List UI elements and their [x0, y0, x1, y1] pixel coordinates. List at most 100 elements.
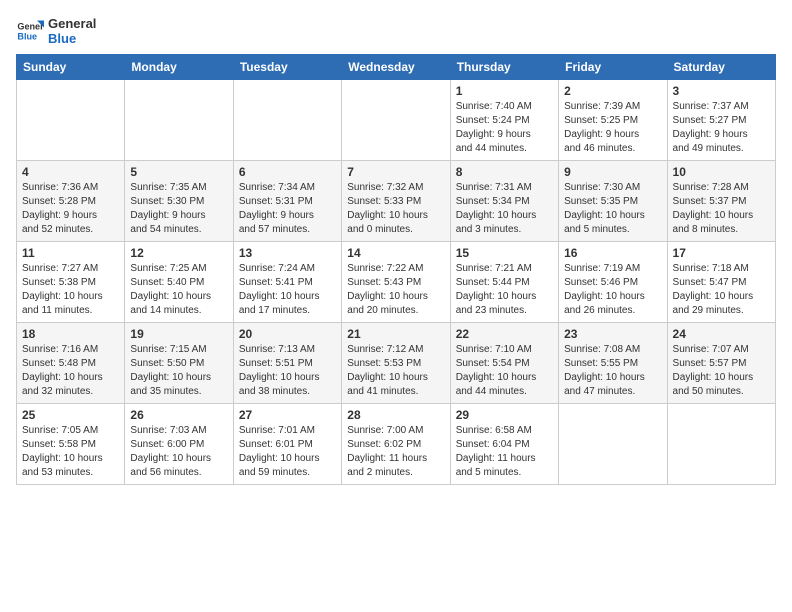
day-number: 28: [347, 408, 444, 422]
calendar-cell: 12 Sunrise: 7:25 AMSunset: 5:40 PMDayligh…: [125, 242, 233, 323]
day-info: Sunrise: 7:35 AMSunset: 5:30 PMDaylight:…: [130, 181, 227, 237]
calendar-cell: [125, 80, 233, 161]
header: General Blue General Blue: [16, 16, 776, 46]
day-info: Sunrise: 7:08 AMSunset: 5:55 PMDaylight:…: [564, 343, 661, 399]
calendar-cell: 24 Sunrise: 7:07 AMSunset: 5:57 PMDayligh…: [667, 323, 775, 404]
calendar-cell: 7 Sunrise: 7:32 AMSunset: 5:33 PMDaylight…: [342, 161, 450, 242]
calendar-day-header: Sunday: [17, 55, 125, 80]
calendar-cell: 8 Sunrise: 7:31 AMSunset: 5:34 PMDaylight…: [450, 161, 558, 242]
calendar-cell: 11 Sunrise: 7:27 AMSunset: 5:38 PMDayligh…: [17, 242, 125, 323]
calendar-cell: 9 Sunrise: 7:30 AMSunset: 5:35 PMDaylight…: [559, 161, 667, 242]
day-info: Sunrise: 7:07 AMSunset: 5:57 PMDaylight:…: [673, 343, 770, 399]
day-info: Sunrise: 7:05 AMSunset: 5:58 PMDaylight:…: [22, 424, 119, 480]
day-number: 12: [130, 246, 227, 260]
calendar-cell: 18 Sunrise: 7:16 AMSunset: 5:48 PMDayligh…: [17, 323, 125, 404]
calendar-cell: 28 Sunrise: 7:00 AMSunset: 6:02 PMDayligh…: [342, 404, 450, 485]
day-info: Sunrise: 7:19 AMSunset: 5:46 PMDaylight:…: [564, 262, 661, 318]
calendar-cell: [342, 80, 450, 161]
calendar-cell: 5 Sunrise: 7:35 AMSunset: 5:30 PMDaylight…: [125, 161, 233, 242]
day-number: 24: [673, 327, 770, 341]
calendar-cell: [667, 404, 775, 485]
day-number: 1: [456, 84, 553, 98]
calendar-cell: 27 Sunrise: 7:01 AMSunset: 6:01 PMDayligh…: [233, 404, 341, 485]
day-info: Sunrise: 7:21 AMSunset: 5:44 PMDaylight:…: [456, 262, 553, 318]
calendar-cell: 20Sunrise: 7:13 AMSunset: 5:51 PMDayligh…: [233, 323, 341, 404]
day-info: Sunrise: 7:12 AMSunset: 5:53 PMDaylight:…: [347, 343, 444, 399]
day-number: 18: [22, 327, 119, 341]
day-info: Sunrise: 7:00 AMSunset: 6:02 PMDaylight:…: [347, 424, 444, 480]
calendar-cell: 26 Sunrise: 7:03 AMSunset: 6:00 PMDayligh…: [125, 404, 233, 485]
calendar-table: SundayMondayTuesdayWednesdayThursdayFrid…: [16, 54, 776, 485]
day-number: 17: [673, 246, 770, 260]
day-info: Sunrise: 7:25 AMSunset: 5:40 PMDaylight:…: [130, 262, 227, 318]
day-info: Sunrise: 7:10 AMSunset: 5:54 PMDaylight:…: [456, 343, 553, 399]
day-number: 15: [456, 246, 553, 260]
day-info: Sunrise: 7:40 AMSunset: 5:24 PMDaylight:…: [456, 100, 553, 156]
day-number: 10: [673, 165, 770, 179]
day-number: 2: [564, 84, 661, 98]
calendar-cell: [17, 80, 125, 161]
calendar-cell: 4 Sunrise: 7:36 AMSunset: 5:28 PMDaylight…: [17, 161, 125, 242]
day-number: 29: [456, 408, 553, 422]
day-number: 14: [347, 246, 444, 260]
day-number: 5: [130, 165, 227, 179]
day-number: 11: [22, 246, 119, 260]
day-info: Sunrise: 7:27 AMSunset: 5:38 PMDaylight:…: [22, 262, 119, 318]
calendar-cell: 25 Sunrise: 7:05 AMSunset: 5:58 PMDayligh…: [17, 404, 125, 485]
calendar-day-header: Wednesday: [342, 55, 450, 80]
day-info: Sunrise: 7:15 AMSunset: 5:50 PMDaylight:…: [130, 343, 227, 399]
day-info: Sunrise: 7:24 AMSunset: 5:41 PMDaylight:…: [239, 262, 336, 318]
day-info: Sunrise: 7:03 AMSunset: 6:00 PMDaylight:…: [130, 424, 227, 480]
day-info: Sunrise: 7:22 AMSunset: 5:43 PMDaylight:…: [347, 262, 444, 318]
day-info: Sunrise: 7:32 AMSunset: 5:33 PMDaylight:…: [347, 181, 444, 237]
day-number: 9: [564, 165, 661, 179]
day-info: Sunrise: 7:13 AMSunset: 5:51 PMDaylight:…: [239, 343, 336, 399]
day-number: 21: [347, 327, 444, 341]
day-info: Sunrise: 7:30 AMSunset: 5:35 PMDaylight:…: [564, 181, 661, 237]
day-number: 13: [239, 246, 336, 260]
day-info: Sunrise: 7:36 AMSunset: 5:28 PMDaylight:…: [22, 181, 119, 237]
calendar-day-header: Saturday: [667, 55, 775, 80]
day-number: 3: [673, 84, 770, 98]
day-number: 26: [130, 408, 227, 422]
day-info: Sunrise: 7:18 AMSunset: 5:47 PMDaylight:…: [673, 262, 770, 318]
calendar-cell: 29 Sunrise: 6:58 AMSunset: 6:04 PMDayligh…: [450, 404, 558, 485]
calendar-day-header: Friday: [559, 55, 667, 80]
calendar-cell: 13 Sunrise: 7:24 AMSunset: 5:41 PMDayligh…: [233, 242, 341, 323]
calendar-cell: 1 Sunrise: 7:40 AMSunset: 5:24 PMDaylight…: [450, 80, 558, 161]
day-number: 19: [130, 327, 227, 341]
day-number: 8: [456, 165, 553, 179]
day-number: 25: [22, 408, 119, 422]
day-number: 27: [239, 408, 336, 422]
day-info: Sunrise: 7:16 AMSunset: 5:48 PMDaylight:…: [22, 343, 119, 399]
calendar-cell: 23 Sunrise: 7:08 AMSunset: 5:55 PMDayligh…: [559, 323, 667, 404]
day-number: 16: [564, 246, 661, 260]
calendar-cell: 6 Sunrise: 7:34 AMSunset: 5:31 PMDaylight…: [233, 161, 341, 242]
logo: General Blue General Blue: [16, 16, 96, 46]
calendar-cell: 2 Sunrise: 7:39 AMSunset: 5:25 PMDaylight…: [559, 80, 667, 161]
day-number: 23: [564, 327, 661, 341]
svg-text:Blue: Blue: [17, 31, 37, 41]
day-info: Sunrise: 7:31 AMSunset: 5:34 PMDaylight:…: [456, 181, 553, 237]
calendar-cell: 17 Sunrise: 7:18 AMSunset: 5:47 PMDayligh…: [667, 242, 775, 323]
calendar-cell: 16 Sunrise: 7:19 AMSunset: 5:46 PMDayligh…: [559, 242, 667, 323]
calendar-cell: [233, 80, 341, 161]
day-number: 4: [22, 165, 119, 179]
calendar-cell: 21 Sunrise: 7:12 AMSunset: 5:53 PMDayligh…: [342, 323, 450, 404]
calendar-day-header: Tuesday: [233, 55, 341, 80]
calendar-cell: 10 Sunrise: 7:28 AMSunset: 5:37 PMDayligh…: [667, 161, 775, 242]
calendar-cell: 3 Sunrise: 7:37 AMSunset: 5:27 PMDaylight…: [667, 80, 775, 161]
day-info: Sunrise: 7:34 AMSunset: 5:31 PMDaylight:…: [239, 181, 336, 237]
day-info: Sunrise: 7:39 AMSunset: 5:25 PMDaylight:…: [564, 100, 661, 156]
calendar-cell: 14 Sunrise: 7:22 AMSunset: 5:43 PMDayligh…: [342, 242, 450, 323]
day-info: Sunrise: 6:58 AMSunset: 6:04 PMDaylight:…: [456, 424, 553, 480]
day-info: Sunrise: 7:28 AMSunset: 5:37 PMDaylight:…: [673, 181, 770, 237]
calendar-day-header: Monday: [125, 55, 233, 80]
calendar-cell: 19 Sunrise: 7:15 AMSunset: 5:50 PMDayligh…: [125, 323, 233, 404]
day-number: 7: [347, 165, 444, 179]
day-number: 6: [239, 165, 336, 179]
day-info: Sunrise: 7:01 AMSunset: 6:01 PMDaylight:…: [239, 424, 336, 480]
day-info: Sunrise: 7:37 AMSunset: 5:27 PMDaylight:…: [673, 100, 770, 156]
calendar-day-header: Thursday: [450, 55, 558, 80]
calendar-cell: 15 Sunrise: 7:21 AMSunset: 5:44 PMDayligh…: [450, 242, 558, 323]
